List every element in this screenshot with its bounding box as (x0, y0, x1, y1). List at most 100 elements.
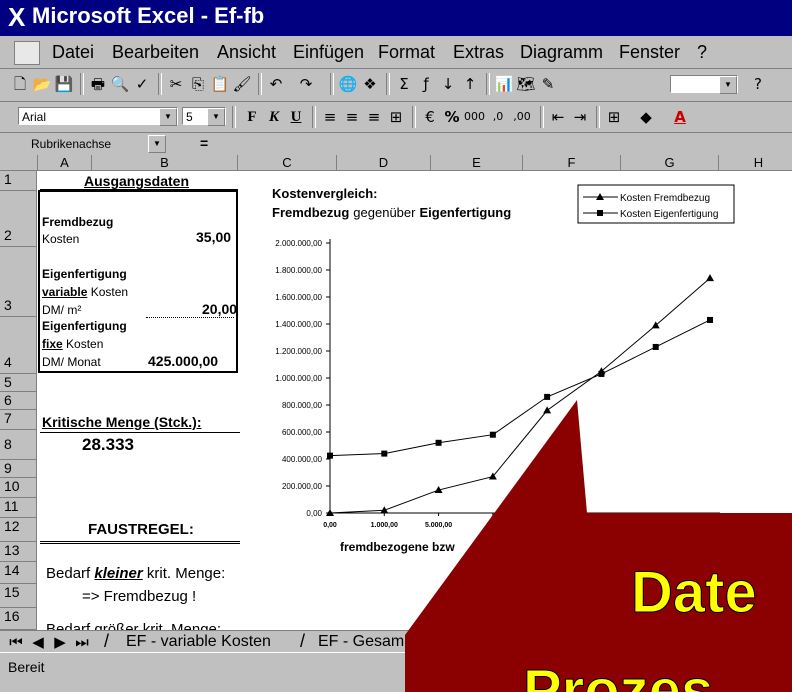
font-name-combo[interactable]: Arial ▼ (18, 107, 178, 126)
chevron-down-icon[interactable]: ▼ (719, 76, 737, 94)
print-icon[interactable]: 🖶 (88, 74, 108, 94)
prev-sheet-icon[interactable]: ◀ (28, 632, 48, 652)
col-header-h[interactable]: H (719, 155, 792, 171)
menu-diagramm[interactable]: Diagramm (520, 42, 603, 63)
menu-ansicht[interactable]: Ansicht (217, 42, 276, 63)
increase-indent-icon[interactable]: ⇥ (570, 107, 590, 127)
row-header-2[interactable]: 2 (0, 191, 37, 247)
hyperlink-icon[interactable]: 🌐 (338, 74, 358, 94)
row-header-3[interactable]: 3 (0, 247, 37, 317)
y-tick-label: 400.000,00 (282, 455, 323, 464)
value-fixe-kosten[interactable]: 425.000,00 (148, 353, 218, 369)
menu-einfuegen[interactable]: Einfügen (293, 42, 364, 63)
menu-datei[interactable]: Datei (52, 42, 94, 63)
font-color-icon[interactable]: A (670, 107, 690, 127)
row-header-10[interactable]: 10 (0, 478, 37, 498)
format-painter-icon[interactable]: 🖌 (232, 74, 252, 94)
y-tick-label: 600.000,00 (282, 428, 323, 437)
fill-color-icon[interactable]: ◆ (636, 107, 656, 127)
increase-decimal-icon[interactable]: ,0 (488, 107, 508, 127)
web-toolbar-icon[interactable]: ❖ (360, 74, 380, 94)
menu-format[interactable]: Format (378, 42, 435, 63)
function-icon[interactable]: ƒ (416, 74, 436, 94)
spellcheck-icon[interactable]: ✓ (132, 74, 152, 94)
y-tick-label: 1.600.000,00 (275, 293, 322, 302)
save-icon[interactable]: 💾 (54, 74, 74, 94)
open-icon[interactable]: 📂 (32, 74, 52, 94)
zoom-combo[interactable]: ▼ (670, 75, 738, 94)
chart-title-eigenfertigung: Eigenfertigung (419, 205, 511, 220)
select-all-corner[interactable] (0, 155, 38, 171)
value-kritische-menge[interactable]: 28.333 (82, 435, 134, 455)
row-header-6[interactable]: 6 (0, 392, 37, 410)
col-header-c[interactable]: C (238, 155, 337, 171)
cut-icon[interactable]: ✂ (166, 74, 186, 94)
sheet-tab-variable-kosten[interactable]: EF - variable Kosten (126, 633, 271, 651)
row-header-12[interactable]: 12 (0, 518, 37, 542)
first-sheet-icon[interactable]: ⏮ (6, 632, 26, 652)
currency-icon[interactable]: € (420, 107, 440, 127)
font-size-combo[interactable]: 5 ▼ (182, 107, 226, 126)
chevron-down-icon[interactable]: ▼ (148, 135, 166, 153)
decrease-indent-icon[interactable]: ⇤ (548, 107, 568, 127)
align-left-icon[interactable]: ≡ (320, 107, 340, 127)
chevron-down-icon[interactable]: ▼ (207, 108, 225, 126)
thousands-icon[interactable]: 000 (464, 107, 485, 127)
row-header-13[interactable]: 13 (0, 542, 37, 562)
map-icon[interactable]: 🗺 (516, 74, 536, 94)
align-center-icon[interactable]: ≡ (342, 107, 362, 127)
menu-fenster[interactable]: Fenster (619, 42, 680, 63)
percent-icon[interactable]: % (442, 107, 462, 127)
col-header-e[interactable]: E (431, 155, 523, 171)
decrease-decimal-icon[interactable]: ,00 (512, 107, 532, 127)
col-header-a[interactable]: A (38, 155, 92, 171)
merge-center-icon[interactable]: ⊞ (386, 107, 406, 127)
last-sheet-icon[interactable]: ⏭ (72, 632, 92, 652)
row-header-1[interactable]: 1 (0, 171, 37, 191)
menu-help[interactable]: ? (697, 42, 707, 63)
menu-bearbeiten[interactable]: Bearbeiten (112, 42, 199, 63)
paste-icon[interactable]: 📋 (210, 74, 230, 94)
row-header-8[interactable]: 8 (0, 430, 37, 460)
row-header-4[interactable]: 4 (0, 317, 37, 374)
overlay-text-line1: Date (631, 560, 757, 625)
col-header-g[interactable]: G (621, 155, 719, 171)
chart-wizard-icon[interactable]: 📊 (494, 74, 514, 94)
col-header-b[interactable]: B (92, 155, 238, 171)
bold-icon[interactable]: F (242, 107, 262, 127)
drawing-icon[interactable]: ✎ (538, 74, 558, 94)
autosum-icon[interactable]: Σ (394, 74, 414, 94)
row-header-5[interactable]: 5 (0, 374, 37, 392)
workbook-icon[interactable] (14, 41, 40, 65)
redo-icon[interactable]: ↷ (296, 74, 316, 94)
new-file-icon[interactable]: 🗋 (10, 74, 30, 94)
row-header-16[interactable]: 16 (0, 608, 37, 630)
sheet-tab-gesamt[interactable]: EF - Gesam (318, 633, 404, 651)
name-box[interactable]: Rubrikenachse ▼ (2, 135, 166, 153)
borders-icon[interactable]: ⊞ (604, 107, 624, 127)
col-header-f[interactable]: F (523, 155, 621, 171)
align-right-icon[interactable]: ≡ (364, 107, 384, 127)
col-header-d[interactable]: D (337, 155, 431, 171)
value-variable-kosten[interactable]: 20,00 (202, 301, 237, 317)
label-kosten: Kosten (42, 232, 80, 246)
underline-icon[interactable]: U (286, 107, 306, 127)
value-fremdbezug-kosten[interactable]: 35,00 (196, 229, 231, 245)
y-tick-label: 1.200.000,00 (275, 347, 322, 356)
undo-icon[interactable]: ↶ (266, 74, 286, 94)
row-header-9[interactable]: 9 (0, 460, 37, 478)
sort-descending-icon[interactable]: ↑ (460, 74, 480, 94)
row-header-7[interactable]: 7 (0, 410, 37, 430)
office-assistant-icon[interactable]: ? (748, 74, 768, 94)
next-sheet-icon[interactable]: ▶ (50, 632, 70, 652)
row-header-11[interactable]: 11 (0, 498, 37, 518)
copy-icon[interactable]: ⎘ (188, 74, 208, 94)
sort-ascending-icon[interactable]: ↓ (438, 74, 458, 94)
excel-logo-icon: X (8, 2, 26, 32)
italic-icon[interactable]: K (264, 107, 284, 127)
row-header-15[interactable]: 15 (0, 584, 37, 608)
row-header-14[interactable]: 14 (0, 562, 37, 584)
menu-extras[interactable]: Extras (453, 42, 504, 63)
chevron-down-icon[interactable]: ▼ (159, 108, 177, 126)
print-preview-icon[interactable]: 🔍 (110, 74, 130, 94)
